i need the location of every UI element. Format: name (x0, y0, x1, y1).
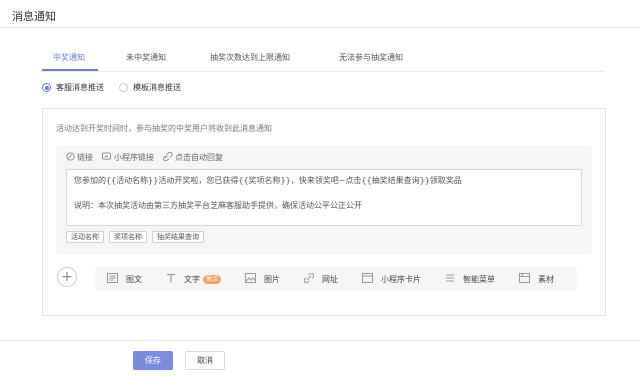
tabs-divider (42, 71, 604, 72)
miniprogram-icon (102, 151, 114, 163)
type-badge: 激活 (203, 274, 222, 284)
reply-link-icon (162, 151, 175, 163)
type-smart-menu[interactable]: 智能菜单 (445, 273, 495, 285)
type-label: 文字 (184, 274, 200, 284)
tab-lose-notice[interactable]: 未中奖通知 (126, 52, 166, 63)
panel-hint: 活动达到开奖时间时，参与抽奖的中奖用户将收到此消息通知 (56, 124, 272, 133)
tab-limit-notice[interactable]: 抽奖次数达到上限通知 (210, 52, 290, 63)
chip-activity-name[interactable]: 活动名称 (66, 231, 104, 243)
link-icon (66, 151, 77, 163)
type-label: 图片 (264, 274, 281, 284)
type-image[interactable]: 图片 (245, 273, 280, 285)
type-material[interactable]: 素材 (519, 273, 554, 285)
type-label: 素材 (538, 274, 555, 284)
insert-auto-reply-link-button[interactable]: 点击自动回复 (162, 151, 223, 163)
miniprogram-card-icon (362, 273, 381, 285)
message-line: 您参加的{{活动名称}}活动开奖啦，您已获得{{奖项名称}}，快来领奖吧~点击{… (74, 176, 462, 185)
type-label: 图文 (126, 274, 142, 284)
message-line: 说明：本次抽奖活动由第三方抽奖平台芝麻客服助手提供，确保活动公平公正公开 (74, 201, 362, 210)
radio-dot (119, 83, 128, 92)
type-miniprogram-card[interactable]: 小程序卡片 (362, 273, 421, 285)
type-label: 网址 (322, 274, 339, 284)
radio-label: 客服消息推送 (56, 83, 104, 92)
chip-result-query[interactable]: 抽奖结果查询 (152, 231, 204, 243)
material-icon (519, 273, 538, 285)
page-title: 消息通知 (12, 10, 56, 23)
footer-divider (0, 340, 640, 341)
tab-win-notice[interactable]: 中奖通知 (53, 52, 85, 63)
menu-icon (445, 273, 463, 285)
insert-miniprogram-link-button[interactable]: 小程序链接 (102, 151, 154, 163)
type-label: 小程序卡片 (381, 274, 422, 284)
title-divider (0, 27, 640, 28)
radio-customer-service-push[interactable]: 客服消息推送 (42, 82, 104, 93)
news-icon (107, 273, 126, 285)
image-icon (245, 273, 264, 285)
tool-label: 小程序链接 (114, 152, 154, 162)
variable-chips: 活动名称 奖项名称 抽奖结果查询 (66, 231, 209, 243)
text-icon (166, 273, 184, 285)
type-text[interactable]: 文字 激活 (166, 273, 222, 285)
save-button[interactable]: 保存 (133, 351, 173, 370)
chip-prize-name[interactable]: 奖项名称 (109, 231, 147, 243)
tool-label: 链接 (77, 152, 93, 162)
message-textarea[interactable]: 您参加的{{活动名称}}活动开奖啦，您已获得{{奖项名称}}，快来领奖吧~点击{… (66, 169, 582, 226)
tool-label: 点击自动回复 (175, 152, 223, 162)
message-editor: 链接 小程序链接 点击自动回复 您参加的{{活动名称}}活动开奖啦，您已获得{{… (56, 145, 592, 255)
radio-label: 模板消息推送 (133, 83, 181, 92)
type-url[interactable]: 网址 (303, 272, 339, 285)
cancel-button[interactable]: 取消 (185, 351, 225, 370)
message-panel: 活动达到开奖时间时，参与抽奖的中奖用户将收到此消息通知 链接 小程序链接 点击自… (42, 108, 606, 316)
radio-template-push[interactable]: 模板消息推送 (119, 82, 181, 93)
add-message-button[interactable]: + (57, 267, 77, 287)
type-label: 智能菜单 (463, 274, 496, 284)
radio-dot (42, 83, 51, 92)
type-news[interactable]: 图文 (107, 273, 142, 285)
insert-link-button[interactable]: 链接 (66, 151, 93, 163)
url-icon (303, 272, 322, 285)
editor-toolbar: 链接 小程序链接 点击自动回复 (66, 151, 232, 163)
tab-cannot-join-notice[interactable]: 无法参与抽奖通知 (339, 52, 403, 63)
message-type-bar: 图文 文字 激活 图片 网址 小程序卡片 智能菜单 素材 (95, 267, 577, 291)
